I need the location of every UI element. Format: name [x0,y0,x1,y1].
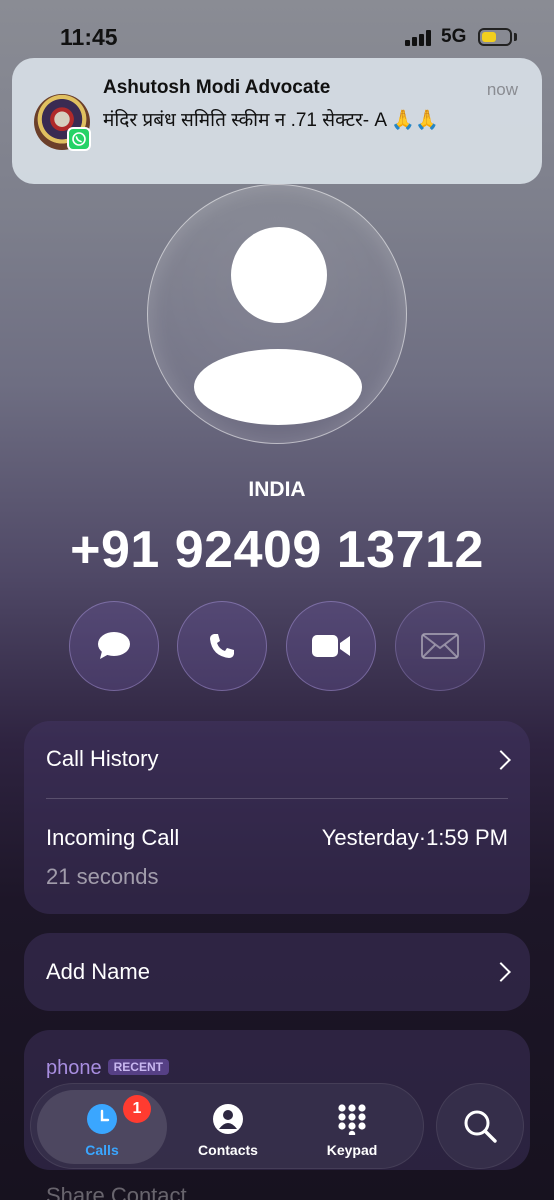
status-time: 11:45 [60,24,118,50]
add-name-label: Add Name [46,959,150,984]
call-history-card: Call History Incoming Call Yesterday·1:5… [24,721,530,914]
whatsapp-icon [67,127,91,151]
tab-calls[interactable]: 1 Calls [37,1090,167,1164]
call-time: 1:59 PM [426,825,508,850]
battery-tip [514,33,517,41]
call-button[interactable] [177,601,267,691]
phone-label-text: phone [46,1057,102,1079]
mail-icon [421,633,459,659]
call-date-separator: · [418,825,427,850]
divider [46,798,508,799]
notification-sender: Ashutosh Modi Advocate [103,77,331,98]
call-history-row[interactable]: Call History [24,721,530,798]
call-duration: 21 seconds [46,864,159,889]
contact-country: INDIA [248,478,306,501]
chevron-right-icon [491,962,511,982]
call-history-title: Call History [46,746,159,771]
keypad-icon [338,1104,366,1135]
status-bar: 11:45 5G [0,0,554,58]
mail-button[interactable] [395,601,485,691]
tab-label: Keypad [326,1142,378,1158]
phone-icon [210,634,234,658]
battery-icon [478,28,512,46]
call-type: Incoming Call [46,825,180,850]
message-icon [98,632,130,659]
person-circle-icon [213,1104,243,1134]
call-date: Yesterday [321,825,419,850]
tab-label: Contacts [198,1142,258,1158]
notification-time: now [486,80,518,99]
chevron-right-icon [491,750,511,770]
search-button[interactable] [436,1083,524,1169]
phone-label: phone RECENT [46,1057,169,1080]
tab-keypad[interactable]: Keypad [287,1090,417,1164]
tab-contacts[interactable]: Contacts [163,1090,293,1164]
video-call-button[interactable] [286,601,376,691]
tab-bar: 1 Calls Contacts Keypad [30,1083,424,1169]
share-contact-label[interactable]: Share Contact [46,1183,187,1200]
contact-phone-number: +91 92409 13712 [70,521,484,579]
call-datetime: Yesterday·1:59 PM [322,825,508,851]
message-button[interactable] [69,601,159,691]
network-type: 5G [441,26,467,47]
cellular-signal-icon [405,30,431,46]
add-name-row[interactable]: Add Name [24,933,530,1011]
clock-icon [87,1104,117,1134]
contact-avatar[interactable] [147,184,407,444]
recent-badge: RECENT [107,1059,169,1075]
tab-label: Calls [85,1142,119,1158]
notification-message: मंदिर प्रबंध समिति स्कीम न .71 सेक्टर- A… [103,110,439,131]
search-icon [464,1110,497,1143]
notification-banner[interactable]: Ashutosh Modi Advocate now मंदिर प्रबंध … [12,58,542,184]
missed-calls-badge: 1 [123,1095,151,1123]
video-icon [312,635,350,657]
